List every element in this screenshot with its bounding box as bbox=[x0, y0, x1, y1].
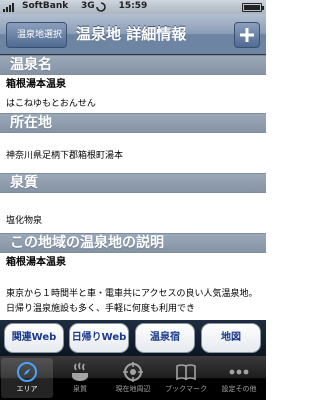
section-header-spring-quality: 泉質 bbox=[0, 173, 266, 193]
page-title: 温泉地 詳細情報 bbox=[76, 25, 187, 43]
add-button[interactable] bbox=[234, 22, 260, 48]
day-trip-web-button[interactable]: 日帰りWeb bbox=[69, 323, 129, 353]
tab-settings[interactable]: 設定その他 bbox=[213, 358, 265, 398]
link-button-bar: 関連Web 日帰りWeb 温泉宿 地図 bbox=[0, 320, 266, 356]
tab-area-label: エリア bbox=[16, 385, 38, 393]
section-header-location: 所在地 bbox=[0, 113, 266, 133]
book-icon bbox=[176, 364, 196, 381]
description-text: 東京から１時間半と車・電車共にアクセスの良い人気温泉地。日帰り温泉施設も多く、手… bbox=[6, 289, 258, 314]
more-icon bbox=[229, 369, 249, 375]
tab-bookmarks-label: ブックマーク bbox=[165, 385, 207, 393]
status-bar: SoftBank 3G 15:59 bbox=[0, 0, 266, 14]
tab-bar: エリア 泉質 現在地周辺 ブックマーク 設定その他 bbox=[0, 356, 266, 400]
tab-area[interactable]: エリア bbox=[1, 358, 53, 398]
tab-settings-label: 設定その他 bbox=[221, 385, 257, 393]
section-header-description: この地域の温泉地の説明 bbox=[0, 233, 266, 253]
tab-nearby-label: 現在地周辺 bbox=[115, 385, 151, 393]
hot-spring-icon bbox=[72, 362, 88, 381]
status-time: 15:59 bbox=[118, 1, 148, 11]
tab-bookmarks[interactable]: ブックマーク bbox=[160, 358, 212, 398]
spring-name: 箱根湯本温泉 bbox=[6, 79, 66, 90]
description-title: 箱根湯本温泉 bbox=[6, 257, 66, 268]
location-target-icon bbox=[123, 362, 143, 382]
section-header-name: 温泉名 bbox=[0, 55, 266, 75]
navigation-bar: 温泉地選択 温泉地 詳細情報 bbox=[0, 14, 266, 55]
detail-content[interactable]: 温泉名 箱根湯本温泉 はこねゆもとおんせん 所在地 神奈川県足柄下郡箱根町湯本 … bbox=[0, 55, 266, 356]
tab-spring-quality[interactable]: 泉質 bbox=[54, 358, 106, 398]
back-button-label: 温泉地選択 bbox=[16, 30, 62, 40]
spring-quality-value: 塩化物泉 bbox=[6, 216, 43, 226]
battery-icon bbox=[242, 3, 264, 12]
related-web-button[interactable]: 関連Web bbox=[4, 323, 64, 353]
location-address: 神奈川県足柄下郡箱根町湯本 bbox=[6, 151, 124, 161]
spring-name-reading: はこねゆもとおんせん bbox=[6, 99, 96, 109]
tab-spring-quality-label: 泉質 bbox=[73, 385, 87, 393]
back-button[interactable]: 温泉地選択 bbox=[6, 22, 67, 48]
map-button[interactable]: 地図 bbox=[201, 323, 261, 353]
tab-nearby[interactable]: 現在地周辺 bbox=[107, 358, 159, 398]
compass-icon bbox=[17, 362, 37, 382]
plus-icon bbox=[240, 28, 254, 42]
hot-spring-inn-button[interactable]: 温泉宿 bbox=[135, 323, 195, 353]
